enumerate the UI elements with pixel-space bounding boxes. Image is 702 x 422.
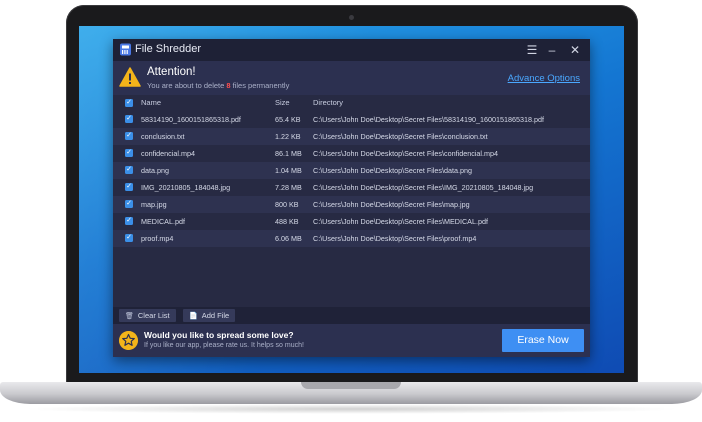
camera-dot xyxy=(349,15,354,20)
table-row[interactable]: ✓ map.jpg 800 KB C:\Users\John Doe\Deskt… xyxy=(113,196,590,213)
alert-subtitle-prefix: You are about to delete xyxy=(147,81,227,90)
row-checkbox[interactable]: ✓ xyxy=(125,149,133,157)
file-directory: C:\Users\John Doe\Desktop\Secret Files\5… xyxy=(313,115,544,124)
clear-list-label: Clear List xyxy=(137,311,170,320)
close-icon[interactable]: ✕ xyxy=(567,42,583,58)
warning-triangle-icon xyxy=(119,67,141,87)
file-name: conclusion.txt xyxy=(141,132,185,141)
file-size: 800 KB xyxy=(275,200,299,209)
column-directory[interactable]: Directory xyxy=(313,98,343,107)
file-directory: C:\Users\John Doe\Desktop\Secret Files\d… xyxy=(313,166,472,175)
file-directory: C:\Users\John Doe\Desktop\Secret Files\m… xyxy=(313,200,470,209)
file-name: 58314190_1600151865318.pdf xyxy=(141,115,241,124)
advance-options-link[interactable]: Advance Options xyxy=(508,73,580,84)
alert-title: Attention! xyxy=(147,66,196,78)
file-size: 7.28 MB xyxy=(275,183,302,192)
row-checkbox[interactable]: ✓ xyxy=(125,217,133,225)
love-title: Would you like to spread some love? xyxy=(144,330,294,340)
file-directory: C:\Users\John Doe\Desktop\Secret Files\I… xyxy=(313,183,534,192)
list-toolbar: 🗑 Clear List 📄 Add File xyxy=(113,307,590,324)
file-name: data.png xyxy=(141,166,169,175)
table-row[interactable]: ✓ conclusion.txt 1.22 KB C:\Users\John D… xyxy=(113,128,590,145)
window-title: File Shredder xyxy=(135,43,202,55)
select-all-checkbox[interactable]: ✓ xyxy=(125,99,133,107)
file-shredder-window: File Shredder ☰ – ✕ Attention! You are a… xyxy=(113,39,590,357)
file-directory: C:\Users\John Doe\Desktop\Secret Files\p… xyxy=(313,234,477,243)
file-name: confidencial.mp4 xyxy=(141,149,195,158)
table-row[interactable]: ✓ MEDICAL.pdf 488 KB C:\Users\John Doe\D… xyxy=(113,213,590,230)
clear-list-button[interactable]: 🗑 Clear List xyxy=(119,309,176,322)
file-name: map.jpg xyxy=(141,200,167,209)
row-checkbox[interactable]: ✓ xyxy=(125,200,133,208)
star-icon[interactable] xyxy=(119,331,138,350)
column-size[interactable]: Size xyxy=(275,98,290,107)
row-checkbox[interactable]: ✓ xyxy=(125,132,133,140)
table-row[interactable]: ✓ proof.mp4 6.06 MB C:\Users\John Doe\De… xyxy=(113,230,590,247)
minimize-icon[interactable]: – xyxy=(544,42,560,58)
alert-subtitle-suffix: files permanently xyxy=(230,81,290,90)
row-checkbox[interactable]: ✓ xyxy=(125,166,133,174)
file-size: 1.04 MB xyxy=(275,166,302,175)
file-size: 86.1 MB xyxy=(275,149,302,158)
table-header: ✓ Name Size Directory xyxy=(113,95,590,111)
add-file-label: Add File xyxy=(201,311,230,320)
hamburger-icon[interactable]: ☰ xyxy=(524,42,540,58)
file-size: 1.22 KB xyxy=(275,132,301,141)
file-directory: C:\Users\John Doe\Desktop\Secret Files\c… xyxy=(313,149,498,158)
erase-now-button[interactable]: Erase Now xyxy=(502,329,584,352)
table-row[interactable]: ✓ data.png 1.04 MB C:\Users\John Doe\Des… xyxy=(113,162,590,179)
file-name: MEDICAL.pdf xyxy=(141,217,185,226)
add-file-button[interactable]: 📄 Add File xyxy=(183,309,236,322)
shredder-app-icon xyxy=(120,43,131,56)
file-size: 488 KB xyxy=(275,217,299,226)
attention-banner: Attention! You are about to delete 8 fil… xyxy=(113,61,590,95)
file-name: IMG_20210805_184048.jpg xyxy=(141,183,231,192)
file-directory: C:\Users\John Doe\Desktop\Secret Files\c… xyxy=(313,132,488,141)
file-size: 65.4 KB xyxy=(275,115,301,124)
row-checkbox[interactable]: ✓ xyxy=(125,234,133,242)
rate-footer: Would you like to spread some love? If y… xyxy=(113,324,590,357)
laptop-notch xyxy=(301,382,401,389)
row-checkbox[interactable]: ✓ xyxy=(125,183,133,191)
column-name[interactable]: Name xyxy=(141,98,161,107)
laptop-shadow xyxy=(20,404,682,414)
file-name: proof.mp4 xyxy=(141,234,174,243)
file-size: 6.06 MB xyxy=(275,234,302,243)
trash-icon: 🗑 xyxy=(125,313,134,320)
table-row[interactable]: ✓ confidencial.mp4 86.1 MB C:\Users\John… xyxy=(113,145,590,162)
table-row[interactable]: ✓ IMG_20210805_184048.jpg 7.28 MB C:\Use… xyxy=(113,179,590,196)
table-row[interactable]: ✓ 58314190_1600151865318.pdf 65.4 KB C:\… xyxy=(113,111,590,128)
document-icon: 📄 xyxy=(189,313,198,320)
love-subtitle: If you like our app, please rate us. It … xyxy=(144,342,304,349)
title-bar: File Shredder ☰ – ✕ xyxy=(113,39,590,61)
alert-subtitle: You are about to delete 8 files permanen… xyxy=(147,81,289,90)
row-checkbox[interactable]: ✓ xyxy=(125,115,133,123)
file-directory: C:\Users\John Doe\Desktop\Secret Files\M… xyxy=(313,217,488,226)
